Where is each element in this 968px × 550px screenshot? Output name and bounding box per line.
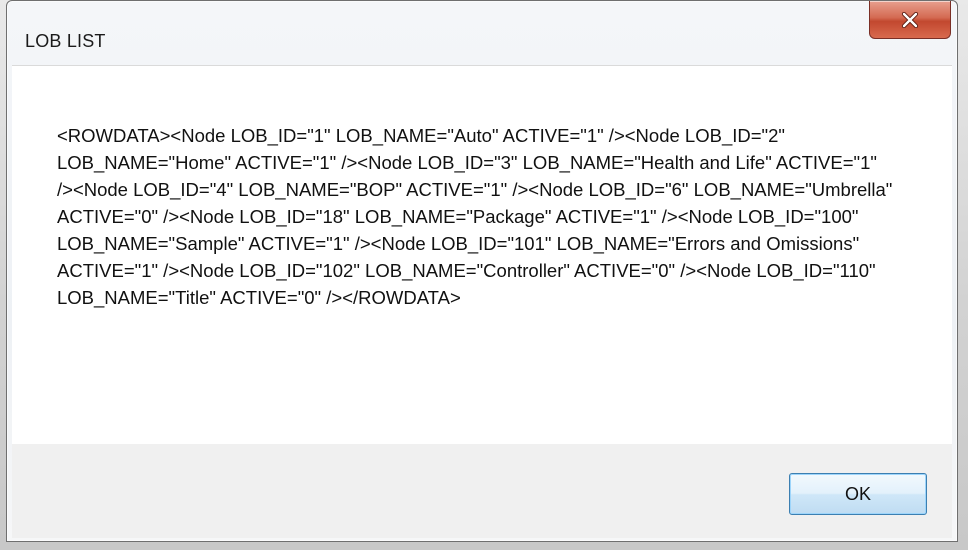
message-text: <ROWDATA><Node LOB_ID="1" LOB_NAME="Auto… — [57, 125, 893, 308]
message-box-window: LOB LIST <ROWDATA><Node LOB_ID="1" LOB_N… — [6, 0, 958, 542]
close-button[interactable] — [869, 1, 951, 39]
ok-button[interactable]: OK — [789, 473, 927, 515]
button-bar: OK — [12, 444, 952, 538]
title-bar[interactable]: LOB LIST — [7, 1, 957, 71]
message-area: <ROWDATA><Node LOB_ID="1" LOB_NAME="Auto… — [12, 65, 952, 445]
window-title: LOB LIST — [25, 31, 106, 51]
close-icon — [901, 11, 919, 28]
